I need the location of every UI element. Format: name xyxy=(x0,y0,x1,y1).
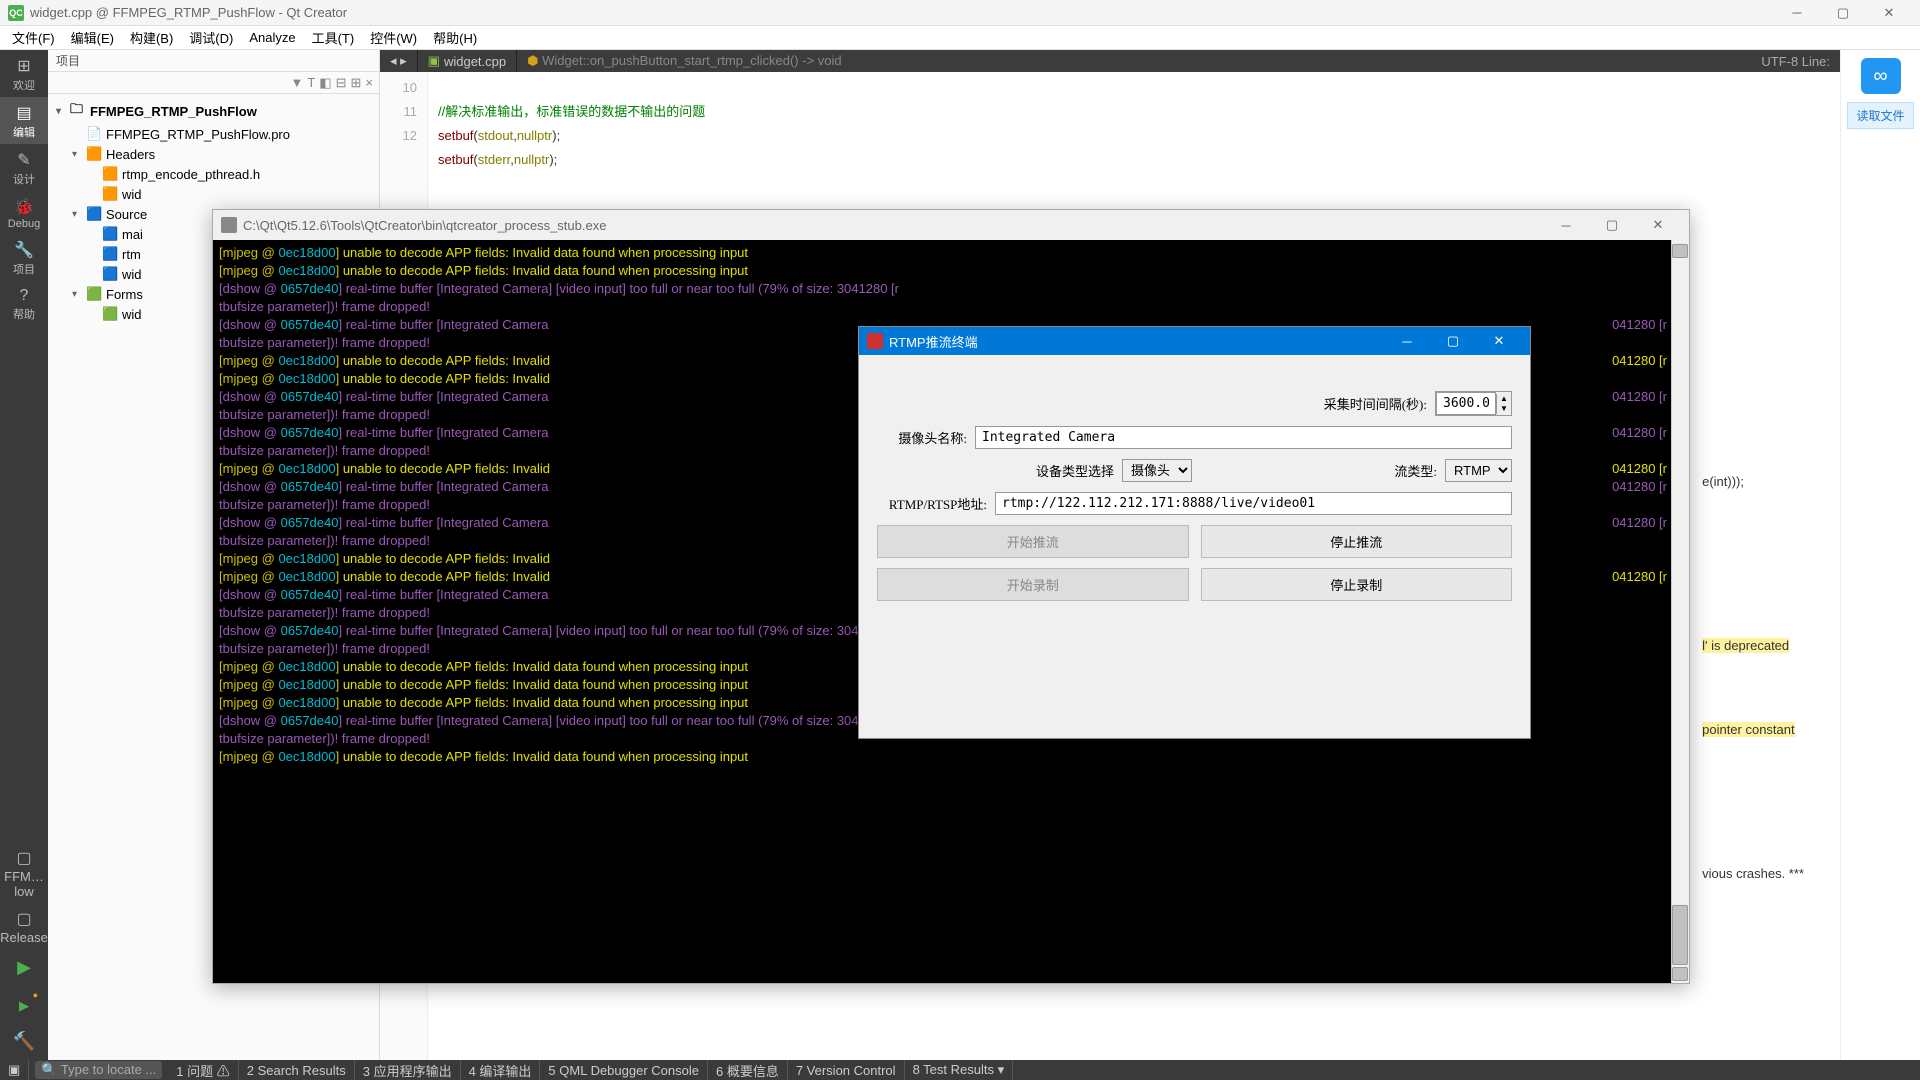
menu-t[interactable]: 工具(T) xyxy=(304,26,363,49)
panel-toolbar-icon[interactable]: × xyxy=(365,75,373,90)
status-panel-item[interactable]: 8 Test Results ▾ xyxy=(905,1060,1014,1080)
console-icon xyxy=(221,217,237,233)
tree-item[interactable]: ▾🟧Headers xyxy=(48,144,379,164)
read-file-button[interactable]: 读取文件 xyxy=(1847,102,1913,129)
status-panel-item[interactable]: 5 QML Debugger Console xyxy=(540,1060,708,1080)
mode-欢迎[interactable]: ⊞欢迎 xyxy=(0,50,48,97)
rtmp-url-input[interactable] xyxy=(995,492,1512,515)
panel-toolbar-icon[interactable]: ⊞ xyxy=(351,75,362,91)
window-titlebar: QC widget.cpp @ FFMPEG_RTMP_PushFlow - Q… xyxy=(0,0,1920,26)
device-type-label: 设备类型选择 xyxy=(877,461,1114,480)
console-title-text: C:\Qt\Qt5.12.6\Tools\QtCreator\bin\qtcre… xyxy=(243,218,1543,233)
build-button[interactable]: 🔨 xyxy=(0,1023,48,1060)
menubar: 文件(F)编辑(E)构建(B)调试(D)Analyze工具(T)控件(W)帮助(… xyxy=(0,26,1920,50)
mode-Debug[interactable]: 🐞Debug xyxy=(0,191,48,234)
statusbar: ▣ 🔍 Type to locate ... 1 问题 ⚠2 Search Re… xyxy=(0,1060,1920,1080)
minimize-button[interactable]: ─ xyxy=(1774,0,1820,26)
start-push-button[interactable]: 开始推流 xyxy=(877,525,1189,558)
status-toggle-left[interactable]: ▣ xyxy=(0,1060,29,1080)
run-debug-button[interactable]: ▶● xyxy=(0,986,48,1023)
start-record-button[interactable]: 开始录制 xyxy=(877,568,1189,601)
status-panel-item[interactable]: 6 概要信息 xyxy=(708,1060,788,1080)
mode-编辑[interactable]: ▤编辑 xyxy=(0,97,48,144)
encoding-indicator[interactable]: UTF-8 Line: xyxy=(1751,54,1840,69)
maximize-button[interactable]: ▢ xyxy=(1820,0,1866,26)
interval-spinbox[interactable]: ▲▼ xyxy=(1435,391,1512,416)
dialog-close-button[interactable]: ✕ xyxy=(1476,327,1522,355)
panel-toolbar-icon[interactable]: ◧ xyxy=(319,75,331,91)
rtmp-dialog: RTMP推流终端 ─ ▢ ✕ 采集时间间隔(秒): ▲▼ 摄像头名称: 设备类型… xyxy=(858,326,1531,739)
tree-item[interactable]: 🟧rtmp_encode_pthread.h xyxy=(48,164,379,184)
panel-toolbar-icon[interactable]: T xyxy=(307,75,315,90)
dialog-minimize-button[interactable]: ─ xyxy=(1384,327,1430,355)
right-strip: ∞ 读取文件 xyxy=(1840,50,1920,1060)
editor-tabbar: ◂ ▸ ▣widget.cpp ⬢ Widget::on_pushButton_… xyxy=(380,50,1840,72)
kit-selector[interactable]: ▢FFM…low xyxy=(0,842,48,903)
qtcreator-logo-icon: QC xyxy=(8,5,24,21)
menu-e[interactable]: 编辑(E) xyxy=(63,26,122,49)
mode-设计[interactable]: ✎设计 xyxy=(0,144,48,191)
console-scrollbar[interactable] xyxy=(1671,240,1689,983)
mode-sidebar: ⊞欢迎▤编辑✎设计🐞Debug🔧项目?帮助 ▢FFM…low ▢Release … xyxy=(0,50,48,1060)
cloud-icon[interactable]: ∞ xyxy=(1861,58,1901,94)
menu-h[interactable]: 帮助(H) xyxy=(425,26,485,49)
panel-toolbar: ▼ T ◧ ⊟⊞× xyxy=(48,72,379,94)
console-maximize-button[interactable]: ▢ xyxy=(1589,210,1635,240)
menu-w[interactable]: 控件(W) xyxy=(362,26,425,49)
url-label: RTMP/RTSP地址: xyxy=(877,494,987,513)
editor-tab-widget-cpp[interactable]: ▣widget.cpp xyxy=(418,50,517,72)
run-button[interactable]: ▶ xyxy=(0,949,48,986)
close-button[interactable]: ✕ xyxy=(1866,0,1912,26)
status-panel-item[interactable]: 3 应用程序输出 xyxy=(355,1060,461,1080)
dialog-titlebar[interactable]: RTMP推流终端 ─ ▢ ✕ xyxy=(859,327,1530,355)
tree-item[interactable]: 📄FFMPEG_RTMP_PushFlow.pro xyxy=(48,124,379,144)
interval-input[interactable] xyxy=(1436,392,1496,415)
status-panel-item[interactable]: 7 Version Control xyxy=(788,1060,905,1080)
menu-f[interactable]: 文件(F) xyxy=(4,26,63,49)
panel-header: 项目 xyxy=(48,50,379,72)
status-panel-item[interactable]: 1 问题 ⚠ xyxy=(168,1060,238,1080)
mode-帮助[interactable]: ?帮助 xyxy=(0,281,48,326)
locator-input[interactable]: 🔍 Type to locate ... xyxy=(35,1061,162,1079)
device-type-select[interactable]: 摄像头 xyxy=(1122,459,1192,482)
dialog-maximize-button[interactable]: ▢ xyxy=(1430,327,1476,355)
panel-toolbar-icon[interactable]: ▼ xyxy=(290,75,303,90)
stop-push-button[interactable]: 停止推流 xyxy=(1201,525,1513,558)
tree-item[interactable]: 🟧wid xyxy=(48,184,379,204)
spin-up-icon[interactable]: ▲ xyxy=(1496,394,1511,404)
stream-type-select[interactable]: RTMP xyxy=(1445,459,1512,482)
status-panel-item[interactable]: 4 编译输出 xyxy=(461,1060,541,1080)
editor-nav-back[interactable]: ◂ ▸ xyxy=(380,50,418,72)
tree-item[interactable]: ▾🗀FFMPEG_RTMP_PushFlow xyxy=(48,98,379,124)
menu-analyze[interactable]: Analyze xyxy=(241,28,303,47)
status-panel-item[interactable]: 2 Search Results xyxy=(239,1060,355,1080)
camera-label: 摄像头名称: xyxy=(877,428,967,447)
camera-name-input[interactable] xyxy=(975,426,1512,449)
stop-record-button[interactable]: 停止录制 xyxy=(1201,568,1513,601)
menu-d[interactable]: 调试(D) xyxy=(181,26,241,49)
symbol-breadcrumb[interactable]: ⬢ Widget::on_pushButton_start_rtmp_click… xyxy=(517,53,852,69)
menu-b[interactable]: 构建(B) xyxy=(122,26,181,49)
interval-label: 采集时间间隔(秒): xyxy=(1324,394,1427,413)
dialog-title: RTMP推流终端 xyxy=(889,332,1384,351)
console-minimize-button[interactable]: ─ xyxy=(1543,210,1589,240)
panel-toolbar-icon[interactable]: ⊟ xyxy=(336,75,347,91)
build-config[interactable]: ▢Release xyxy=(0,903,48,949)
stream-type-label: 流类型: xyxy=(1200,461,1437,480)
mode-项目[interactable]: 🔧项目 xyxy=(0,234,48,281)
console-titlebar[interactable]: C:\Qt\Qt5.12.6\Tools\QtCreator\bin\qtcre… xyxy=(213,210,1689,240)
console-close-button[interactable]: ✕ xyxy=(1635,210,1681,240)
dialog-app-icon xyxy=(867,333,883,349)
spin-down-icon[interactable]: ▼ xyxy=(1496,404,1511,414)
window-title: widget.cpp @ FFMPEG_RTMP_PushFlow - Qt C… xyxy=(30,5,1774,20)
